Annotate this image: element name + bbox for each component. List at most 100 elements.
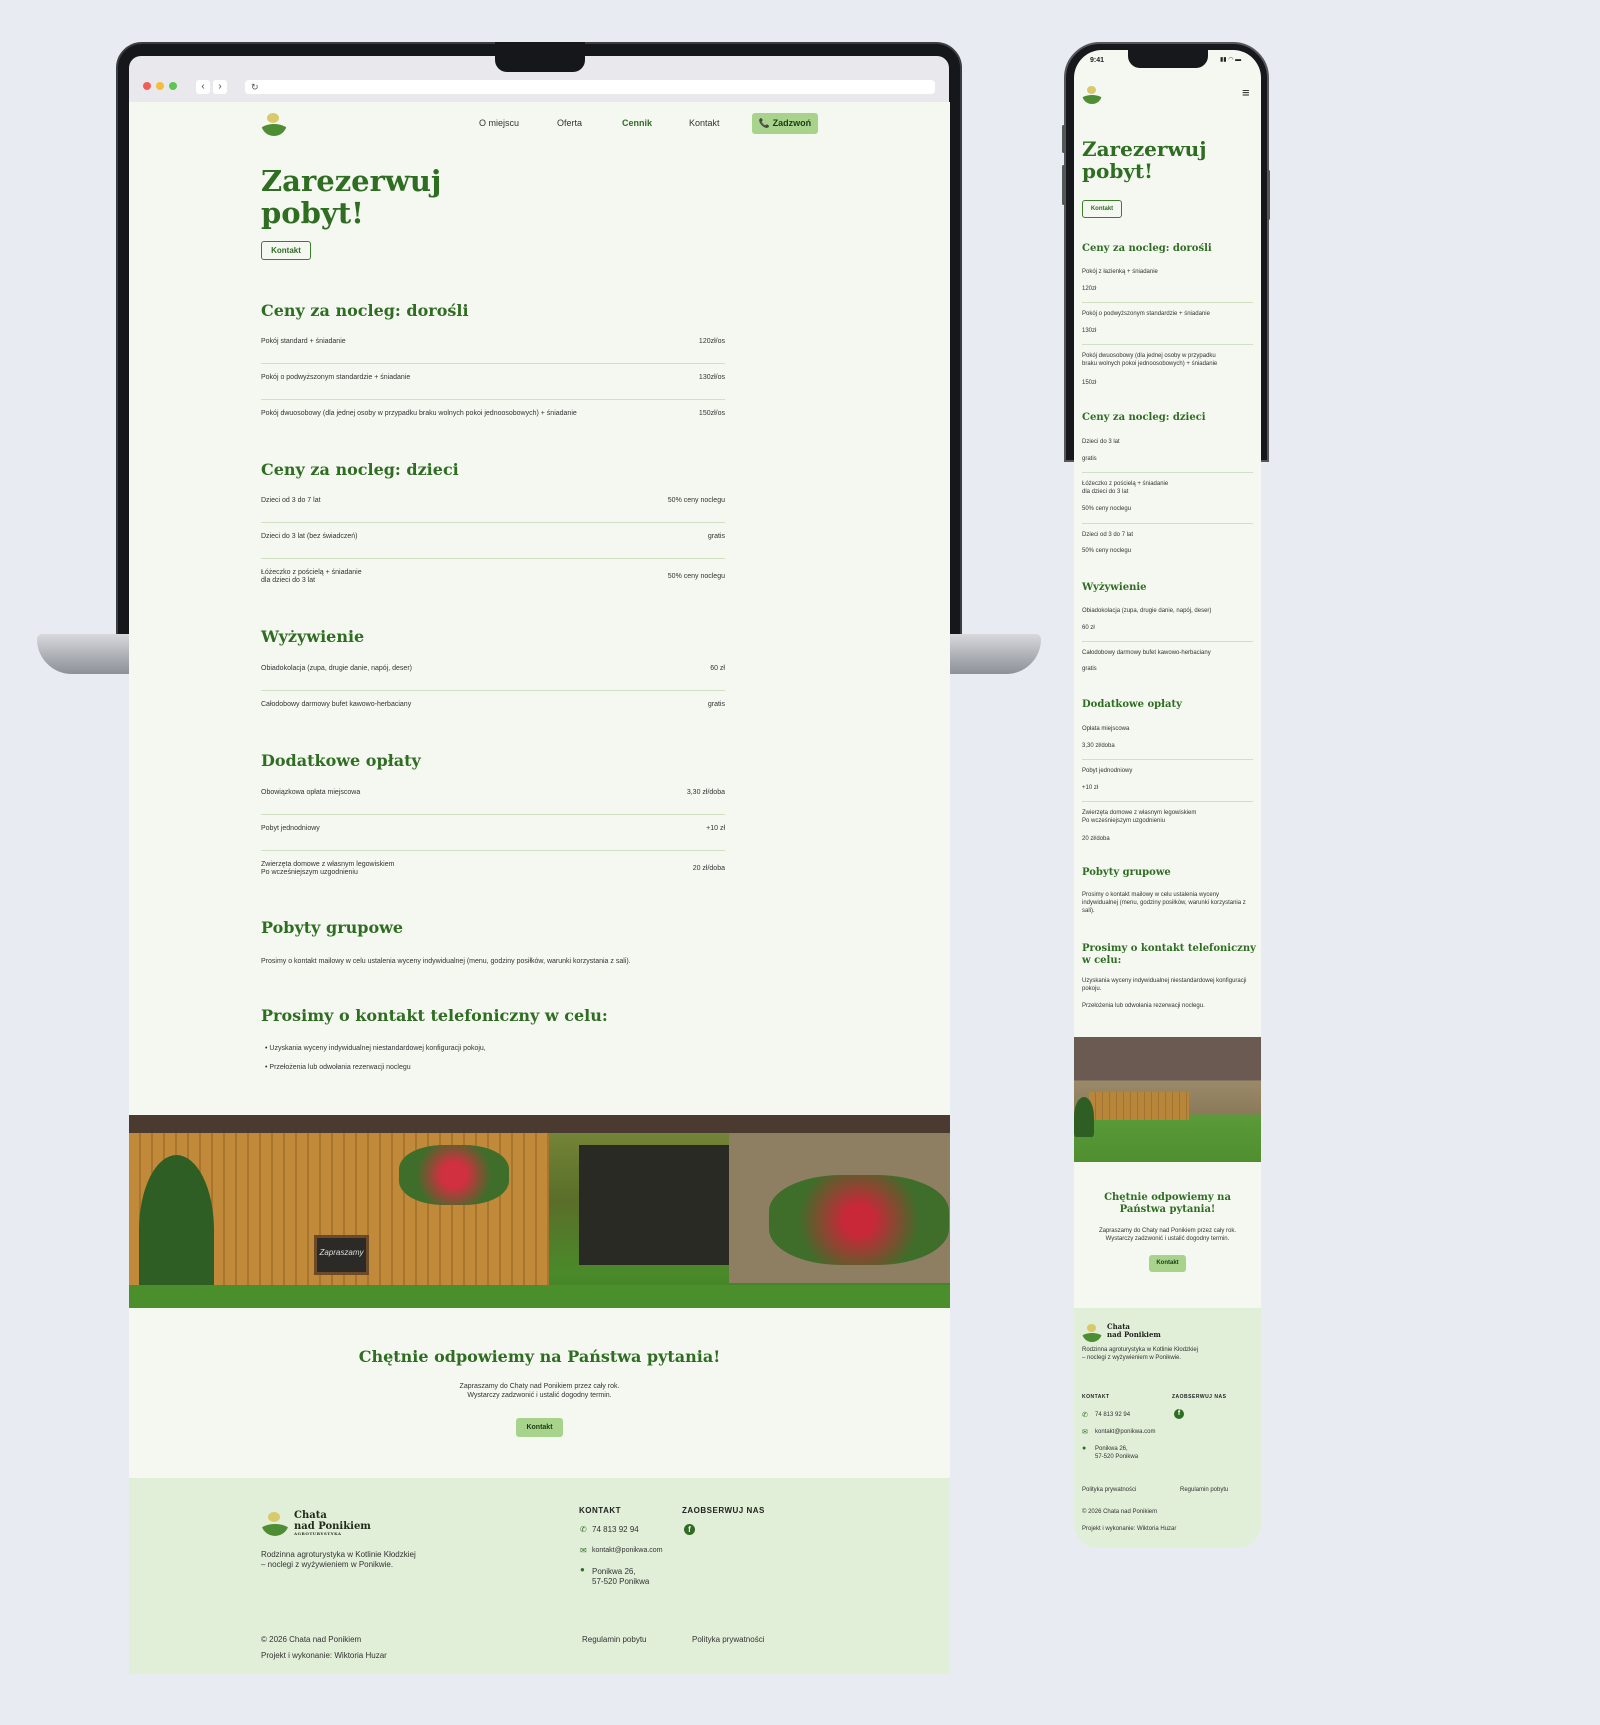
footer: Chata nad Ponikiem AGROTURYSTYKA Rodzinna … (129, 1478, 950, 1674)
price-row: Obiadokolacja (zupa, drugie danie, napój… (261, 665, 725, 691)
footer-privacy-link[interactable]: Polityka prywatności (692, 1635, 764, 1645)
hamburger-icon[interactable]: ≡ (1242, 86, 1250, 99)
farmhouse-photo: Zapraszamy (129, 1115, 950, 1308)
list-item: • Uzyskania wyceny indywidualnej niestan… (265, 1045, 486, 1052)
footer-logo[interactable] (261, 1508, 289, 1536)
mobile-section-title-extra: Dodatkowe opłaty (1082, 699, 1182, 710)
mobile-cta-text: Zapraszamy do Chaty nad Ponikiem przez c… (1098, 1228, 1237, 1242)
facebook-icon[interactable]: f (684, 1524, 695, 1535)
mobile-footer-logo[interactable] (1082, 1322, 1102, 1342)
laptop-notch (495, 42, 585, 72)
mobile-group-text: Prosimy o kontakt mailowy w celu ustalen… (1082, 892, 1246, 914)
mobile-price-row: Pokój o podwyższonym standardzie + śniad… (1082, 310, 1253, 345)
nav-oferta[interactable]: Oferta (557, 118, 582, 128)
call-button[interactable]: 📞 Zadzwoń (752, 113, 818, 134)
mobile-footer-description: Rodzinna agroturystyka w Kotlinie Kłodzk… (1082, 1347, 1199, 1361)
status-icons: ▮▮ ◠ ▬ (1220, 57, 1242, 63)
price-row: Zwierzęta domowe z własnym legowiskiem P… (261, 861, 725, 877)
mobile-footer-email[interactable]: kontakt@ponikwa.com (1095, 1429, 1155, 1437)
mobile-logo[interactable] (1082, 84, 1102, 104)
footer-contact-heading: KONTAKT (579, 1506, 622, 1515)
cta-text: Zapraszamy do Chaty nad Ponikiem przez c… (459, 1383, 620, 1400)
price-row: Obowiązkowa opłata miejscowa 3,30 zł/doba (261, 789, 725, 815)
phone-side-button (1062, 165, 1065, 205)
nav-cennik[interactable]: Cennik (622, 118, 652, 128)
section-title-kids: Ceny za nocleg: dzieci (261, 460, 459, 479)
mobile-price-row: Dzieci od 3 do 7 lat 50% ceny noclegu (1082, 532, 1134, 554)
hero-contact-button[interactable]: Kontakt (261, 241, 311, 260)
nav-o-miejscu[interactable]: O miejscu (479, 118, 519, 128)
mobile-section-title-adults: Ceny za nocleg: dorośli (1082, 243, 1212, 254)
mobile-section-title-food: Wyżywienie (1082, 582, 1147, 593)
mobile-cta-title: Chętnie odpowiemy na Państwa pytania! (1104, 1192, 1231, 1215)
mobile-footer-contact-heading: KONTAKT (1082, 1394, 1110, 1400)
nav-kontakt[interactable]: Kontakt (689, 118, 720, 128)
pin-icon: ● (580, 1565, 585, 1574)
mobile-price-row: Opłata miejscowa 3,30 zł/doba (1082, 725, 1253, 760)
mobile-price-row: Obiadokolacja (zupa, drugie danie, napój… (1082, 607, 1253, 642)
status-time: 9:41 (1090, 57, 1105, 64)
price-row: Dzieci do 3 lat (bez świadczeń) gratis (261, 533, 725, 559)
facebook-icon[interactable]: f (1174, 1409, 1184, 1419)
back-button[interactable]: ‹ (196, 80, 210, 94)
mobile-list-item: Uzyskania wyceny indywidualnej niestanda… (1082, 978, 1247, 992)
mobile-price-row: Łóżeczko z pościelą + śniadanie dla dzie… (1082, 480, 1253, 524)
chalkboard-sign: Zapraszamy (314, 1235, 369, 1275)
mobile-price-row: Pokój z łazienką + śniadanie 120zł (1082, 268, 1253, 303)
mobile-price-row: Pobyt jednodniowy +10 zł (1082, 767, 1253, 802)
section-title-adults: Ceny za nocleg: dorośli (261, 301, 469, 320)
section-title-group: Pobyty grupowe (261, 918, 404, 937)
minimize-window-dot[interactable] (156, 82, 164, 90)
address-bar[interactable]: ↻ (245, 80, 935, 94)
mobile-page: 9:41 ▮▮ ◠ ▬ ≡ Zarezerwuj pobyt! Kontakt C… (1074, 50, 1261, 1548)
mobile-section-title-phone-contact: Prosimy o kontakt telefoniczny w celu: (1082, 943, 1256, 966)
phone-icon: ✆ (580, 1525, 587, 1534)
mobile-footer-terms-link[interactable]: Regulamin pobytu (1180, 1487, 1228, 1495)
mobile-footer: Chata nad Ponikiem Rodzinna agroturystyka… (1074, 1308, 1261, 1548)
footer-email[interactable]: kontakt@ponikwa.com (592, 1546, 663, 1555)
mobile-footer-follow-heading: ZAOBSERWUJ NAS (1172, 1394, 1227, 1400)
section-title-phone-contact: Prosimy o kontakt telefoniczny w celu: (261, 1006, 608, 1025)
mobile-footer-address: Ponikwa 26, 57-520 Ponikwa (1095, 1446, 1139, 1460)
forward-button[interactable]: › (213, 80, 227, 94)
phone-side-button (1062, 125, 1065, 153)
footer-copyright: © 2026 Chata nad Ponikiem (261, 1635, 362, 1644)
mobile-section-title-kids: Ceny za nocleg: dzieci (1082, 412, 1206, 423)
mobile-farmhouse-photo (1074, 1037, 1261, 1162)
footer-terms-link[interactable]: Regulamin pobytu (582, 1635, 646, 1645)
footer-credits: Projekt i wykonanie: Wiktoria Huzar (261, 1651, 387, 1660)
cta-title: Chętnie odpowiemy na Państwa pytania! (358, 1347, 721, 1366)
desktop-page: O miejscu Oferta Cennik Kontakt 📞 Zadzwo… (129, 102, 950, 1674)
mobile-price-row: Pokój dwuosobowy (dla jednej osoby w prz… (1082, 353, 1218, 386)
price-row: Łóżeczko z pościelą + śniadanie dla dzie… (261, 569, 725, 585)
cta-contact-button[interactable]: Kontakt (516, 1418, 563, 1437)
phone-icon: ✆ (1082, 1412, 1088, 1419)
maximize-window-dot[interactable] (169, 82, 177, 90)
mobile-footer-privacy-link[interactable]: Polityka prywatności (1082, 1487, 1136, 1495)
group-text: Prosimy o kontakt mailowy w celu ustalen… (261, 958, 631, 965)
site-logo[interactable] (261, 110, 287, 136)
price-row: Pokój dwuosobowy (dla jednej osoby w prz… (261, 410, 725, 417)
mobile-footer-phone[interactable]: 74 813 92 94 (1095, 1412, 1130, 1420)
footer-phone[interactable]: 74 813 92 94 (592, 1525, 639, 1535)
close-window-dot[interactable] (143, 82, 151, 90)
mobile-price-row: Zwierzęta domowe z własnym legowiskiem P… (1082, 810, 1197, 842)
mobile-cta-contact-button[interactable]: Kontakt (1149, 1255, 1186, 1272)
mobile-page-title: Zarezerwuj pobyt! (1082, 137, 1207, 183)
mobile-section-title-group: Pobyty grupowe (1082, 867, 1171, 878)
section-title-food: Wyżywienie (261, 627, 365, 646)
page-title: Zarezerwuj pobyt! (261, 164, 442, 230)
footer-follow-heading: ZAOBSERWUJ NAS (682, 1506, 765, 1515)
price-row: Całodobowy darmowy bufet kawowo-herbacia… (261, 701, 725, 708)
reload-icon[interactable]: ↻ (251, 82, 259, 92)
mobile-hero-contact-button[interactable]: Kontakt (1082, 200, 1122, 218)
list-item: • Przełożenia lub odwołania rezerwacji n… (265, 1064, 411, 1071)
price-row: Pokój o podwyższonym standardzie + śniad… (261, 374, 725, 400)
mobile-price-row: Całodobowy darmowy bufet kawowo-herbacia… (1082, 650, 1211, 672)
price-row: Dzieci od 3 do 7 lat 50% ceny noclegu (261, 497, 725, 523)
phone-side-button (1267, 170, 1270, 220)
mail-icon: ✉ (580, 1546, 587, 1555)
mobile-price-row: Dzieci do 3 lat gratis (1082, 438, 1253, 473)
phone-notch (1128, 50, 1208, 68)
price-row: Pobyt jednodniowy +10 zł (261, 825, 725, 851)
